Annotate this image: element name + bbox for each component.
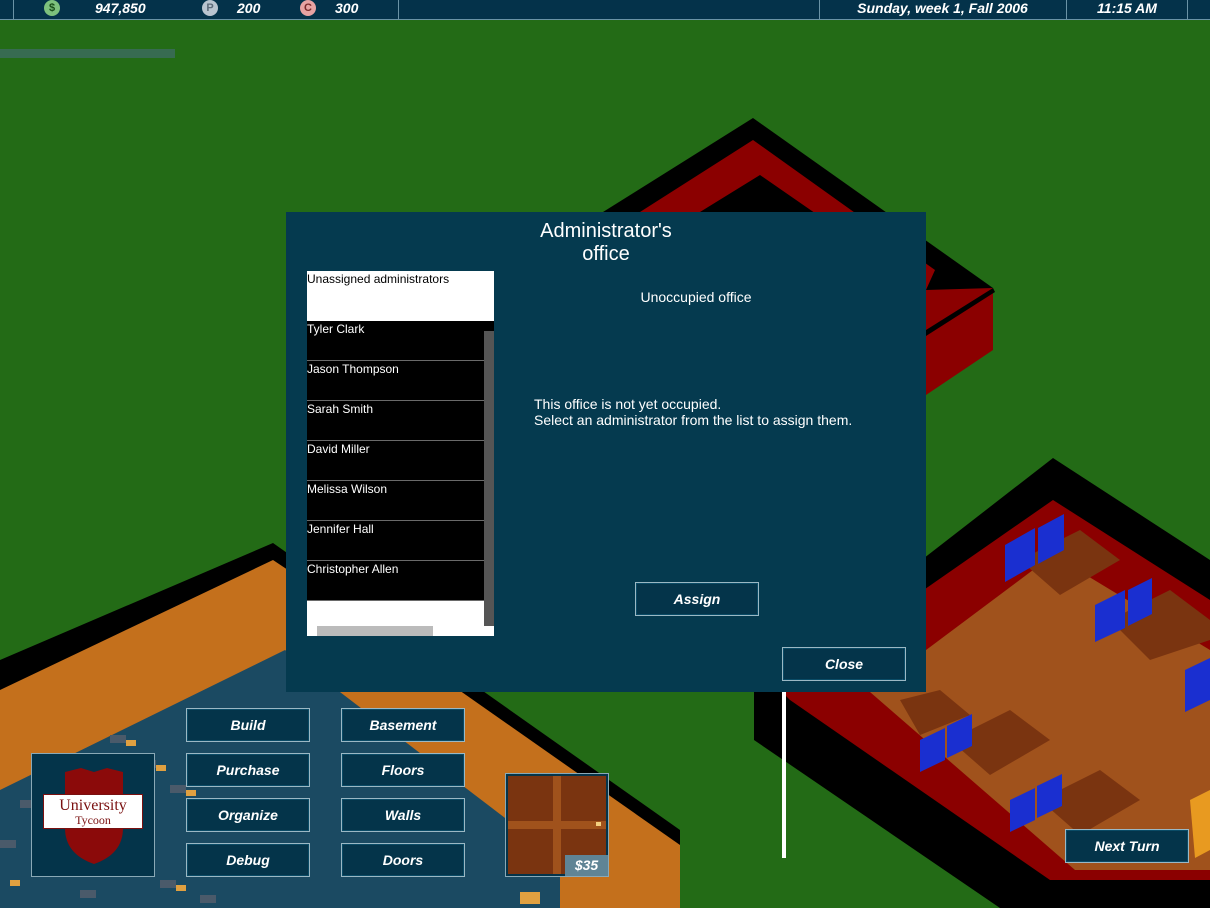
purchase-button[interactable]: Purchase [186, 753, 310, 787]
credits-icon: C [300, 0, 316, 16]
separator [398, 0, 399, 19]
list-item[interactable]: Sarah Smith [307, 401, 494, 441]
prestige-value: 200 [237, 0, 261, 16]
time-display: 11:15 AM [1097, 0, 1157, 16]
list-item[interactable]: Christopher Allen [307, 561, 494, 601]
walls-button[interactable]: Walls [341, 798, 465, 832]
admin-name: David Miller [307, 442, 370, 456]
admin-name: Tyler Clark [307, 322, 365, 336]
top-status-bar: $ 947,850 P 200 C 300 Sunday, week 1, Fa… [0, 0, 1210, 20]
money-icon: $ [44, 0, 60, 16]
admin-name: Sarah Smith [307, 402, 374, 416]
dialog-title: Administrator's office [286, 220, 926, 266]
administrator-list[interactable]: Unassigned administrators Tyler Clark Ja… [307, 271, 494, 636]
doors-button[interactable]: Doors [341, 843, 465, 877]
admin-name: Jennifer Hall [307, 522, 374, 536]
credits-value: 300 [335, 0, 359, 16]
dialog-title-line2: office [582, 243, 630, 265]
logo-line1: University [59, 797, 127, 814]
list-item[interactable]: Jason Thompson [307, 361, 494, 401]
separator [1187, 0, 1188, 19]
money-value: 947,850 [95, 0, 146, 16]
logo-line2: Tycoon [75, 813, 111, 827]
basement-button[interactable]: Basement [341, 708, 465, 742]
close-button[interactable]: Close [782, 647, 906, 681]
office-status: Unoccupied office [640, 289, 752, 305]
next-turn-button[interactable]: Next Turn [1065, 829, 1189, 863]
vertical-scrollbar[interactable] [484, 331, 494, 626]
list-item[interactable]: Jennifer Hall [307, 521, 494, 561]
university-logo-panel[interactable]: University Tycoon [31, 753, 155, 877]
admin-name: Christopher Allen [307, 562, 399, 576]
office-message: This office is not yet occupied. Select … [534, 396, 852, 428]
item-price: $35 [565, 855, 608, 876]
admin-name: Jason Thompson [307, 362, 399, 376]
message-line: This office is not yet occupied. [534, 396, 722, 412]
list-item[interactable]: Tyler Clark [307, 321, 494, 361]
build-button[interactable]: Build [186, 708, 310, 742]
dialog-title-line1: Administrator's [540, 220, 672, 242]
admin-name: Melissa Wilson [307, 482, 388, 496]
floors-button[interactable]: Floors [341, 753, 465, 787]
progress-bar [0, 49, 175, 58]
list-item[interactable]: David Miller [307, 441, 494, 481]
list-header-label: Unassigned administrators [307, 272, 450, 286]
horizontal-scrollbar-thumb[interactable] [317, 626, 433, 636]
debug-button[interactable]: Debug [186, 843, 310, 877]
message-line: Select an administrator from the list to… [534, 412, 853, 428]
separator [13, 0, 14, 19]
prestige-icon: P [202, 0, 218, 16]
assign-button[interactable]: Assign [635, 582, 759, 616]
logo-text: University Tycoon [43, 794, 143, 829]
administrator-office-dialog: Administrator's office Unassigned admini… [286, 212, 926, 692]
organize-button[interactable]: Organize [186, 798, 310, 832]
date-display: Sunday, week 1, Fall 2006 [857, 0, 1028, 16]
flag-pole [782, 690, 786, 858]
list-header: Unassigned administrators [307, 271, 494, 321]
list-item[interactable]: Melissa Wilson [307, 481, 494, 521]
